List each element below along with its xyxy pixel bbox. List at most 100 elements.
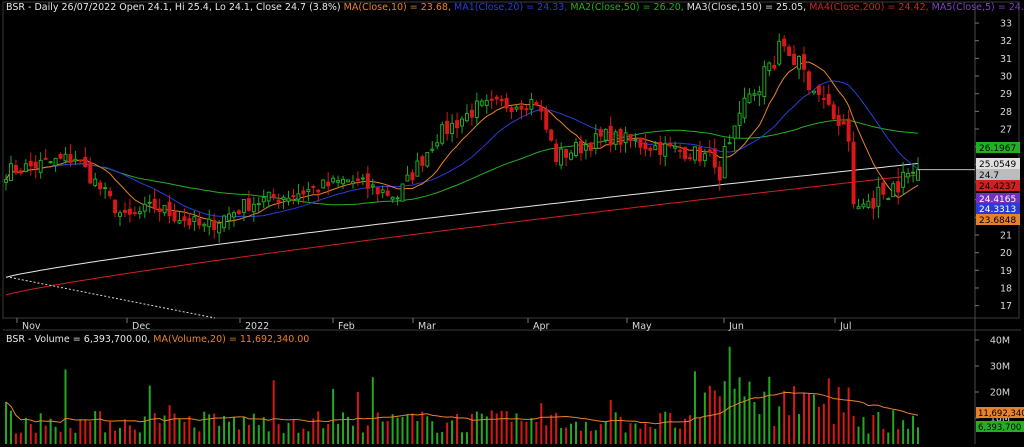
candle-body — [450, 122, 455, 134]
volume-bar — [614, 412, 617, 444]
candle-body — [435, 142, 440, 147]
volume-bar — [163, 415, 166, 444]
candle-body — [425, 152, 430, 167]
volume-bar — [773, 426, 776, 444]
volume-bar — [133, 429, 136, 444]
volume-bar — [912, 415, 915, 444]
volume-bar — [19, 432, 22, 444]
volume-bar — [659, 412, 662, 444]
candle-body — [276, 199, 281, 203]
candle-body — [157, 208, 162, 212]
volume-bar — [218, 425, 221, 444]
candle-body — [757, 91, 762, 96]
volume-bar — [490, 410, 493, 444]
candle-body — [906, 172, 911, 178]
volume-bar — [277, 424, 280, 444]
candle-body — [261, 196, 266, 203]
candle-body — [633, 139, 638, 142]
volume-bar — [847, 387, 850, 444]
volume-bar — [857, 426, 860, 444]
candle-body — [821, 97, 826, 100]
candle-body — [326, 181, 331, 187]
ma10-label: MA(Close,10) = 23.68, — [343, 2, 451, 13]
candle-body — [113, 199, 118, 214]
volume-bar — [461, 432, 463, 444]
candle-body — [13, 164, 18, 174]
volume-bar — [535, 421, 538, 444]
y-tick-label: 33 — [1000, 19, 1012, 30]
candle-body — [678, 149, 683, 152]
candle-body — [648, 147, 653, 151]
volume-bar — [292, 419, 295, 444]
candle-body — [187, 218, 192, 226]
candle-body — [48, 161, 53, 164]
candle-body — [222, 215, 227, 229]
candle-body — [747, 93, 752, 104]
candle-body — [484, 99, 489, 106]
candle-body — [177, 220, 182, 224]
candle-body — [251, 203, 256, 213]
candle-body — [916, 169, 920, 181]
candle-body — [400, 183, 405, 202]
volume-bar — [44, 425, 47, 444]
candle-body — [207, 218, 212, 228]
volume-bar — [530, 418, 533, 444]
volume-bar — [49, 418, 52, 444]
volume-bar — [233, 417, 235, 444]
candle-body — [385, 190, 390, 196]
candle-body — [365, 173, 370, 189]
volume-bar — [59, 431, 62, 444]
volume-bar — [307, 431, 310, 444]
volume-bar — [624, 432, 627, 444]
volume-bar — [505, 411, 508, 444]
volume-bar — [421, 411, 424, 444]
candle-body — [712, 148, 717, 168]
volume-bar — [520, 420, 523, 444]
candle-body — [499, 98, 504, 102]
price-value-label: 24.3313 — [979, 205, 1016, 215]
volume-bar — [778, 406, 781, 444]
candle-body — [355, 178, 360, 181]
candle-body — [152, 198, 157, 210]
volume-bar — [381, 421, 384, 444]
candle-body — [370, 184, 375, 187]
y-tick-label: 19 — [1000, 266, 1012, 277]
ma200-line — [5, 174, 919, 296]
candle-body — [702, 153, 707, 162]
candle-body — [886, 198, 891, 201]
candle-body — [578, 141, 583, 154]
candle-body — [311, 185, 316, 188]
volume-bar — [173, 413, 176, 444]
volume-bar — [674, 427, 677, 444]
y-tick-label: 28 — [1000, 107, 1012, 118]
candle-body — [212, 220, 217, 230]
volume-bar — [347, 416, 349, 444]
candle-body — [539, 106, 544, 112]
stock-chart[interactable]: 1718192021222324252627282930313233NovDec… — [0, 0, 1024, 447]
candle-body — [494, 96, 499, 100]
candle-body — [811, 90, 816, 94]
volume-bar — [351, 425, 354, 444]
volume-bar — [267, 431, 270, 444]
candle-body — [122, 209, 127, 213]
volume-bar — [64, 369, 67, 444]
candle-body — [108, 190, 113, 197]
candle-body — [78, 159, 83, 162]
volume-bar — [555, 412, 558, 444]
volume-header-prefix: BSR - Volume = 6,393,700.00, — [6, 334, 151, 345]
candle-body — [197, 218, 202, 226]
ma10-line — [5, 61, 919, 224]
volume-bar — [753, 402, 756, 444]
candle-body — [18, 170, 23, 174]
candle-body — [127, 208, 132, 215]
candle-body — [88, 162, 93, 184]
candle-body — [415, 160, 420, 177]
volume-bar — [475, 411, 478, 444]
volume-bar — [153, 413, 156, 444]
volume-bar — [570, 423, 573, 444]
candle-body — [346, 179, 350, 183]
volume-bar — [639, 428, 642, 444]
candle-body — [103, 187, 108, 190]
candle-body — [697, 146, 702, 162]
candle-body — [593, 133, 598, 149]
